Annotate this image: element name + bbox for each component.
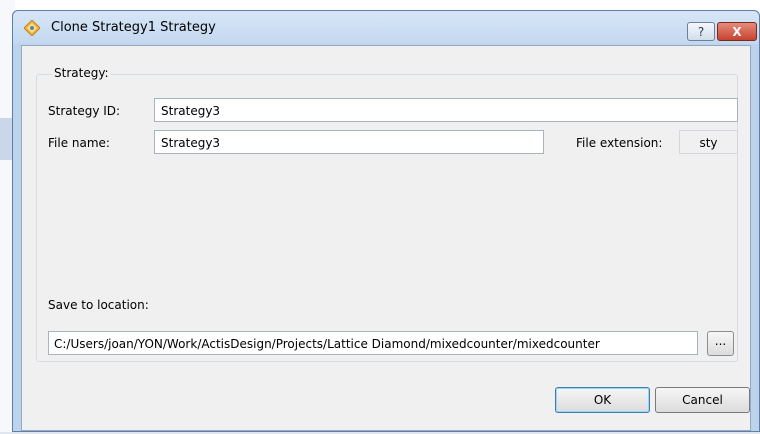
file-name-input[interactable]: Strategy3 <box>154 130 544 154</box>
file-extension-field: sty <box>679 130 738 154</box>
dialog-client-area: Strategy: Strategy ID: Strategy3 File na… <box>21 45 751 431</box>
ellipsis-icon: ... <box>714 333 727 348</box>
file-extension-label: File extension: <box>576 136 663 150</box>
close-icon: X <box>732 24 742 39</box>
ok-button-label: OK <box>593 393 612 407</box>
strategy-id-label: Strategy ID: <box>48 104 121 118</box>
diamond-icon <box>23 19 41 37</box>
window-title: Clone Strategy1 Strategy <box>51 20 216 35</box>
title-bar[interactable]: Clone Strategy1 Strategy ? X <box>13 11 759 44</box>
save-location-label: Save to location: <box>48 298 149 312</box>
help-button[interactable]: ? <box>687 22 715 41</box>
help-icon: ? <box>697 24 705 39</box>
close-button[interactable]: X <box>717 22 757 41</box>
cancel-button-label: Cancel <box>682 393 723 407</box>
group-title: Strategy: <box>52 66 111 80</box>
ok-button[interactable]: OK <box>555 387 650 413</box>
browse-button[interactable]: ... <box>707 331 734 356</box>
strategy-id-input[interactable]: Strategy3 <box>154 98 738 122</box>
save-location-input[interactable]: C:/Users/joan/YON/Work/ActisDesign/Proje… <box>48 331 698 355</box>
clone-strategy-dialog: Clone Strategy1 Strategy ? X Strategy: S… <box>12 10 760 432</box>
file-name-label: File name: <box>48 136 110 150</box>
cancel-button[interactable]: Cancel <box>655 387 750 413</box>
